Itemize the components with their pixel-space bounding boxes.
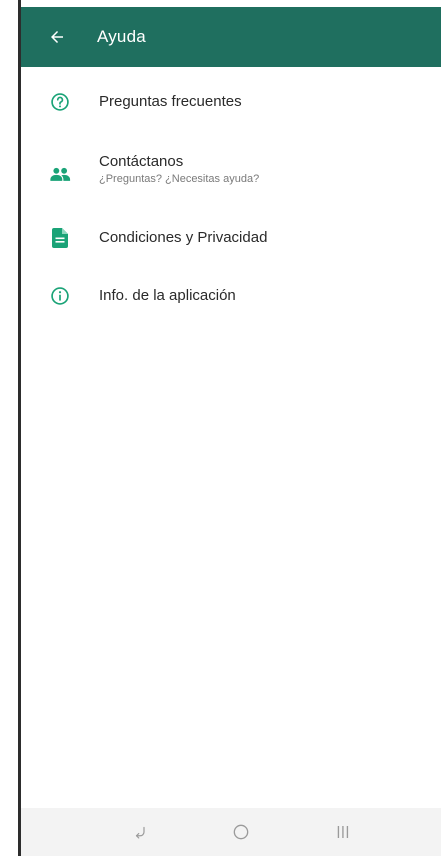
help-circle-icon — [49, 91, 71, 113]
arrow-left-icon — [51, 31, 63, 43]
nav-home-button[interactable] — [213, 808, 269, 856]
recent-apps-icon — [337, 826, 349, 838]
app-bar: Ayuda — [21, 7, 441, 67]
menu-item-label: Info. de la aplicación — [99, 287, 236, 304]
menu-item-faq[interactable]: Preguntas frecuentes — [21, 67, 441, 137]
menu-item-app-info[interactable]: Info. de la aplicación — [21, 267, 441, 327]
back-button[interactable] — [33, 13, 81, 61]
menu-item-label: Contáctanos — [99, 153, 184, 170]
nav-back-button[interactable] — [113, 808, 169, 856]
help-screen: Ayuda Preguntas frecuentes Contáctanos ¿… — [0, 0, 441, 856]
system-nav-bar — [21, 808, 441, 856]
back-gesture-icon — [135, 826, 145, 839]
menu-item-label: Condiciones y Privacidad — [99, 229, 268, 246]
info-circle-icon — [49, 285, 71, 307]
nav-recents-button[interactable] — [315, 808, 371, 856]
left-edge — [0, 0, 21, 856]
menu-item-label: Preguntas frecuentes — [99, 93, 242, 110]
help-menu: Preguntas frecuentes Contáctanos ¿Pregun… — [21, 67, 441, 327]
contacts-icon — [49, 163, 71, 185]
document-icon — [49, 227, 71, 249]
page-title: Ayuda — [97, 27, 146, 46]
menu-item-subtitle: ¿Preguntas? ¿Necesitas ayuda? — [99, 173, 260, 185]
menu-item-contact[interactable]: Contáctanos ¿Preguntas? ¿Necesitas ayuda… — [21, 137, 441, 209]
home-circle-icon — [233, 824, 249, 840]
menu-item-terms-privacy[interactable]: Condiciones y Privacidad — [21, 209, 441, 267]
